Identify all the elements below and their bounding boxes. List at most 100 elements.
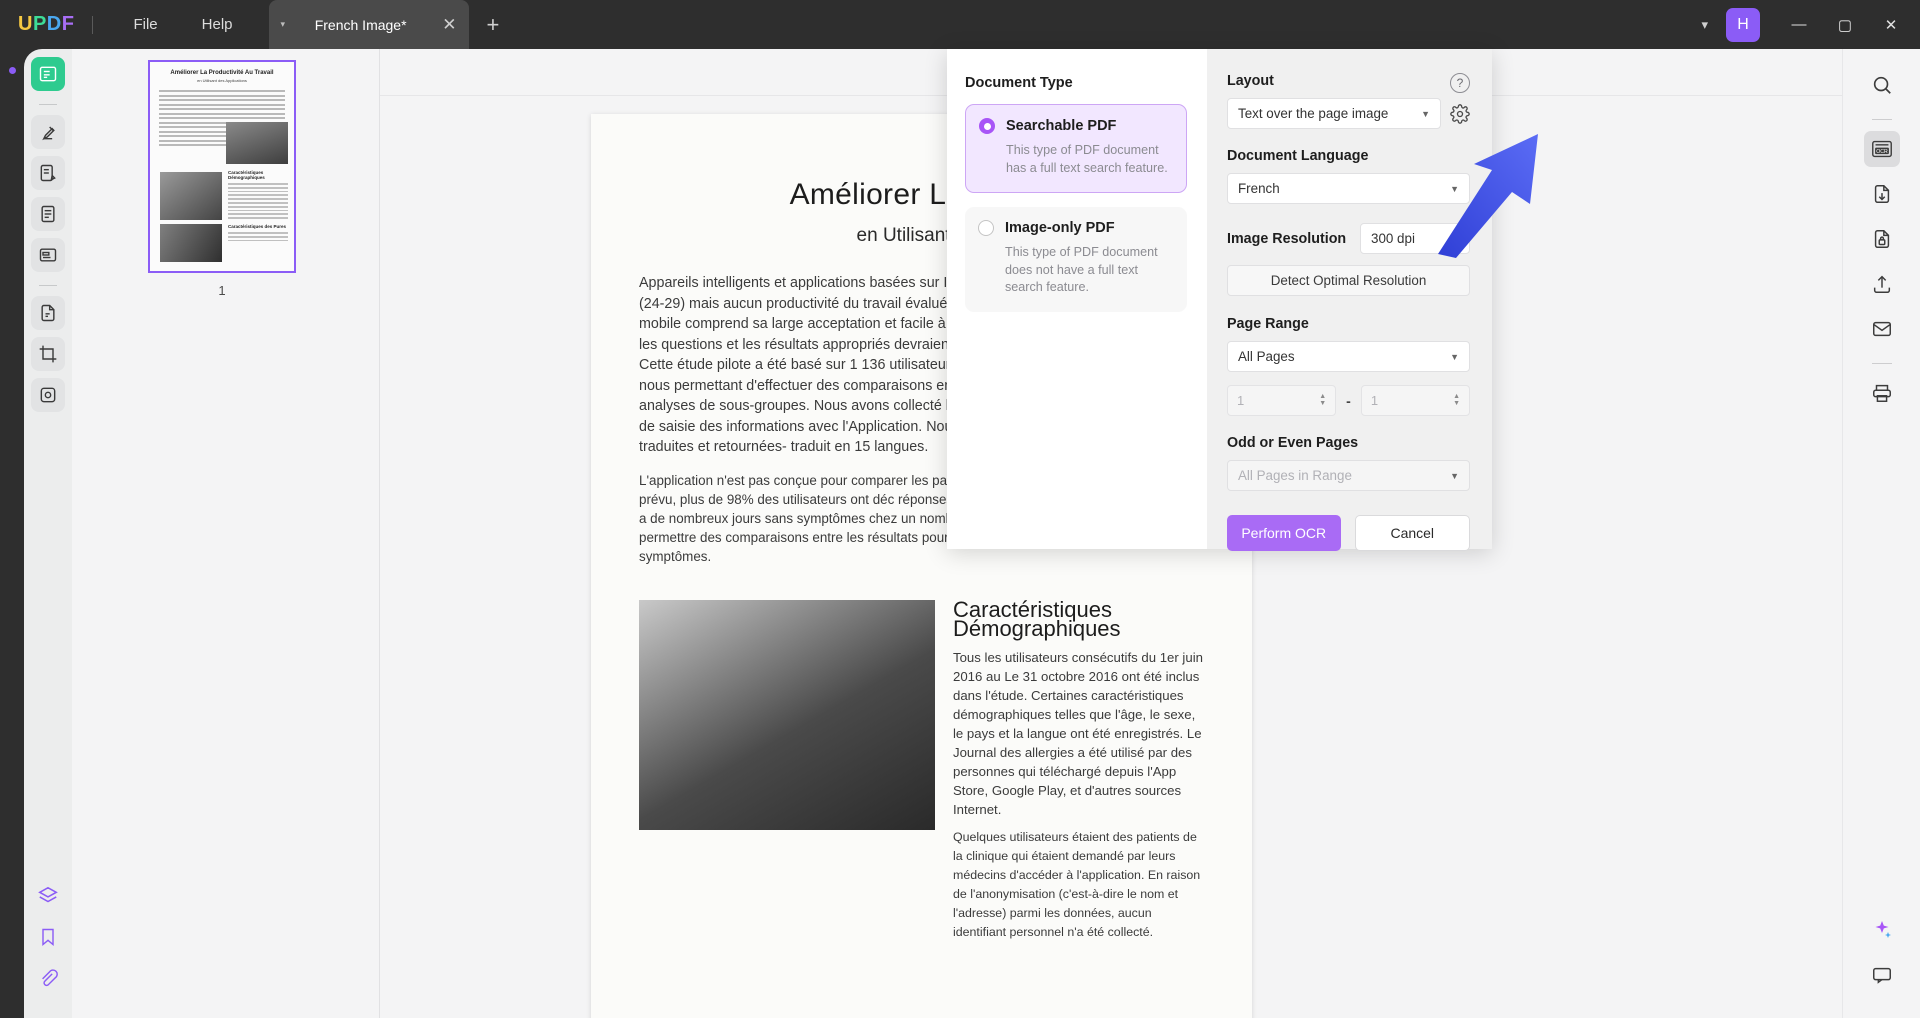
page-section-paragraph-1: Tous les utilisateurs consécutifs du 1er… xyxy=(953,649,1203,817)
page-range-chevron-down-icon[interactable]: ▼ xyxy=(1450,352,1459,362)
perform-ocr-button[interactable]: Perform OCR xyxy=(1227,515,1341,551)
avatar[interactable]: H xyxy=(1726,7,1760,42)
email-icon[interactable] xyxy=(1864,311,1900,347)
radio-searchable-pdf[interactable] xyxy=(979,118,995,134)
left-toolbar xyxy=(24,49,72,1018)
thumbnail-doc-subtitle: en Utilisant des Applications xyxy=(197,78,247,83)
radio-image-only-pdf[interactable] xyxy=(978,220,994,236)
thumbnail-column-text: Caractéristiques Démographiques Caractér… xyxy=(228,170,288,243)
page-to-stepper[interactable]: ▲ ▼ xyxy=(1453,393,1460,407)
page-section-paragraph-2: Quelques utilisateurs étaient des patien… xyxy=(953,829,1201,939)
right-toolbar-bottom xyxy=(1864,912,1900,1018)
sidebar-item-annotate[interactable] xyxy=(31,115,65,149)
document-tab[interactable]: ▾ French Image* ✕ xyxy=(268,0,469,49)
image-resolution-label: Image Resolution xyxy=(1227,230,1347,247)
odd-or-even-select[interactable]: All Pages in Range ▼ xyxy=(1227,460,1470,491)
document-language-select[interactable]: French ▼ xyxy=(1227,173,1470,204)
document-language-label: Document Language xyxy=(1227,148,1369,164)
layout-select-value: Text over the page image xyxy=(1238,106,1389,121)
print-icon[interactable] xyxy=(1864,375,1900,411)
ocr-document-type-section: Document Type Searchable PDF This type o… xyxy=(947,49,1207,549)
detect-optimal-resolution-button[interactable]: Detect Optimal Resolution xyxy=(1227,265,1470,296)
doctype-label-searchable: Searchable PDF xyxy=(1006,118,1117,134)
right-toolbar-divider xyxy=(1871,119,1892,120)
page-right-column: Caractéristiques Démographiques Tous les… xyxy=(953,598,1204,951)
doctype-option-image-only-pdf[interactable]: Image-only PDF This type of PDF document… xyxy=(965,207,1187,312)
image-resolution-row: Image Resolution 300 dpi ▼ xyxy=(1227,223,1470,254)
help-icon[interactable]: ? xyxy=(1450,73,1470,93)
thumbnail-photo-1 xyxy=(226,122,288,164)
minimize-button[interactable]: — xyxy=(1776,0,1822,49)
sidebar-item-reader[interactable] xyxy=(31,57,65,91)
bookmark-icon[interactable] xyxy=(31,920,65,954)
cancel-button[interactable]: Cancel xyxy=(1354,515,1470,551)
right-toolbar: OCR xyxy=(1842,49,1920,1018)
page-range-label: Page Range xyxy=(1227,316,1309,332)
sidebar-item-page[interactable] xyxy=(31,197,65,231)
tab-close-icon[interactable]: ✕ xyxy=(442,15,456,35)
doctype-description-image-only: This type of PDF document does not have … xyxy=(1005,245,1158,294)
toolbar-divider-2 xyxy=(39,285,57,286)
page-photo xyxy=(639,599,935,830)
feedback-icon[interactable] xyxy=(1864,957,1900,993)
page-thumbnail-1[interactable]: Améliorer La Productivité Au Travail en … xyxy=(148,60,296,273)
doctype-header-searchable: Searchable PDF xyxy=(979,118,1172,134)
attachment-icon[interactable] xyxy=(31,961,65,995)
updf-logo: U P D F xyxy=(18,13,74,36)
sidebar-item-convert[interactable] xyxy=(31,296,65,330)
sidebar-item-form[interactable] xyxy=(31,238,65,272)
new-tab-button[interactable]: + xyxy=(487,12,500,38)
page-from-stepper[interactable]: ▲ ▼ xyxy=(1319,393,1326,407)
sidebar-item-crop[interactable] xyxy=(31,337,65,371)
language-chevron-down-icon[interactable]: ▼ xyxy=(1450,184,1459,194)
page-to-input[interactable]: 1 ▲ ▼ xyxy=(1360,385,1471,416)
resolution-chevron-down-icon[interactable]: ▼ xyxy=(1450,234,1459,244)
odd-or-even-value: All Pages in Range xyxy=(1238,468,1352,483)
tab-caret-icon[interactable]: ▾ xyxy=(281,19,286,30)
odd-even-chevron-down-icon[interactable]: ▼ xyxy=(1450,471,1459,481)
tab-title: French Image* xyxy=(314,16,407,33)
thumbnail-photo-2 xyxy=(160,172,222,220)
protect-icon[interactable] xyxy=(1864,221,1900,257)
status-dot xyxy=(9,67,16,74)
left-rail xyxy=(0,49,24,1018)
title-bar: U P D F File Help ▾ French Image* ✕ + ▾ … xyxy=(0,0,1920,49)
menu-help[interactable]: Help xyxy=(180,10,255,39)
page-from-value: 1 xyxy=(1237,393,1245,408)
layout-row: Text over the page image ▼ xyxy=(1227,98,1470,129)
svg-text:OCR: OCR xyxy=(1876,149,1888,155)
doctype-option-searchable-pdf[interactable]: Searchable PDF This type of PDF document… xyxy=(965,104,1187,193)
doctype-description-searchable: This type of PDF document has a full tex… xyxy=(1006,143,1168,175)
sidebar-item-edit-pdf[interactable] xyxy=(31,156,65,190)
thumbnail-pane: Améliorer La Productivité Au Travail en … xyxy=(72,49,380,1018)
sidebar-item-protect[interactable] xyxy=(31,378,65,412)
right-toolbar-divider-2 xyxy=(1871,363,1892,364)
thumbnail-doc-title: Améliorer La Productivité Au Travail xyxy=(170,70,274,76)
layout-chevron-down-icon[interactable]: ▼ xyxy=(1421,109,1430,119)
logo-letter-d: D xyxy=(46,13,62,35)
layout-select[interactable]: Text over the page image ▼ xyxy=(1227,98,1441,129)
image-resolution-value: 300 dpi xyxy=(1371,231,1415,246)
ocr-icon[interactable]: OCR xyxy=(1863,131,1900,167)
close-button[interactable]: ✕ xyxy=(1868,0,1914,49)
odd-or-even-pages-label: Odd or Even Pages xyxy=(1227,435,1359,451)
maximize-button[interactable]: ▢ xyxy=(1822,0,1868,49)
compress-icon[interactable] xyxy=(1864,176,1900,212)
updf-application-window: U P D F File Help ▾ French Image* ✕ + ▾ … xyxy=(0,0,1920,1018)
image-resolution-select[interactable]: 300 dpi ▼ xyxy=(1360,223,1470,254)
left-toolbar-bottom xyxy=(31,879,65,1018)
share-icon[interactable] xyxy=(1864,266,1900,302)
chevron-down-icon[interactable]: ▾ xyxy=(1683,17,1726,33)
logo-letter-p: P xyxy=(32,13,47,35)
page-from-input[interactable]: 1 ▲ ▼ xyxy=(1227,385,1337,416)
page-range-row: All Pages ▼ xyxy=(1227,341,1470,372)
ai-assistant-icon[interactable] xyxy=(1864,912,1900,948)
layers-icon[interactable] xyxy=(31,879,65,913)
layout-label: Layout xyxy=(1227,73,1274,89)
search-icon[interactable] xyxy=(1864,67,1900,103)
page-range-select[interactable]: All Pages ▼ xyxy=(1227,341,1470,372)
menu-file[interactable]: File xyxy=(111,10,179,39)
gear-icon[interactable] xyxy=(1450,103,1470,124)
thumbnail-page-number: 1 xyxy=(218,283,226,298)
thumbnail-photo-3 xyxy=(160,224,222,262)
